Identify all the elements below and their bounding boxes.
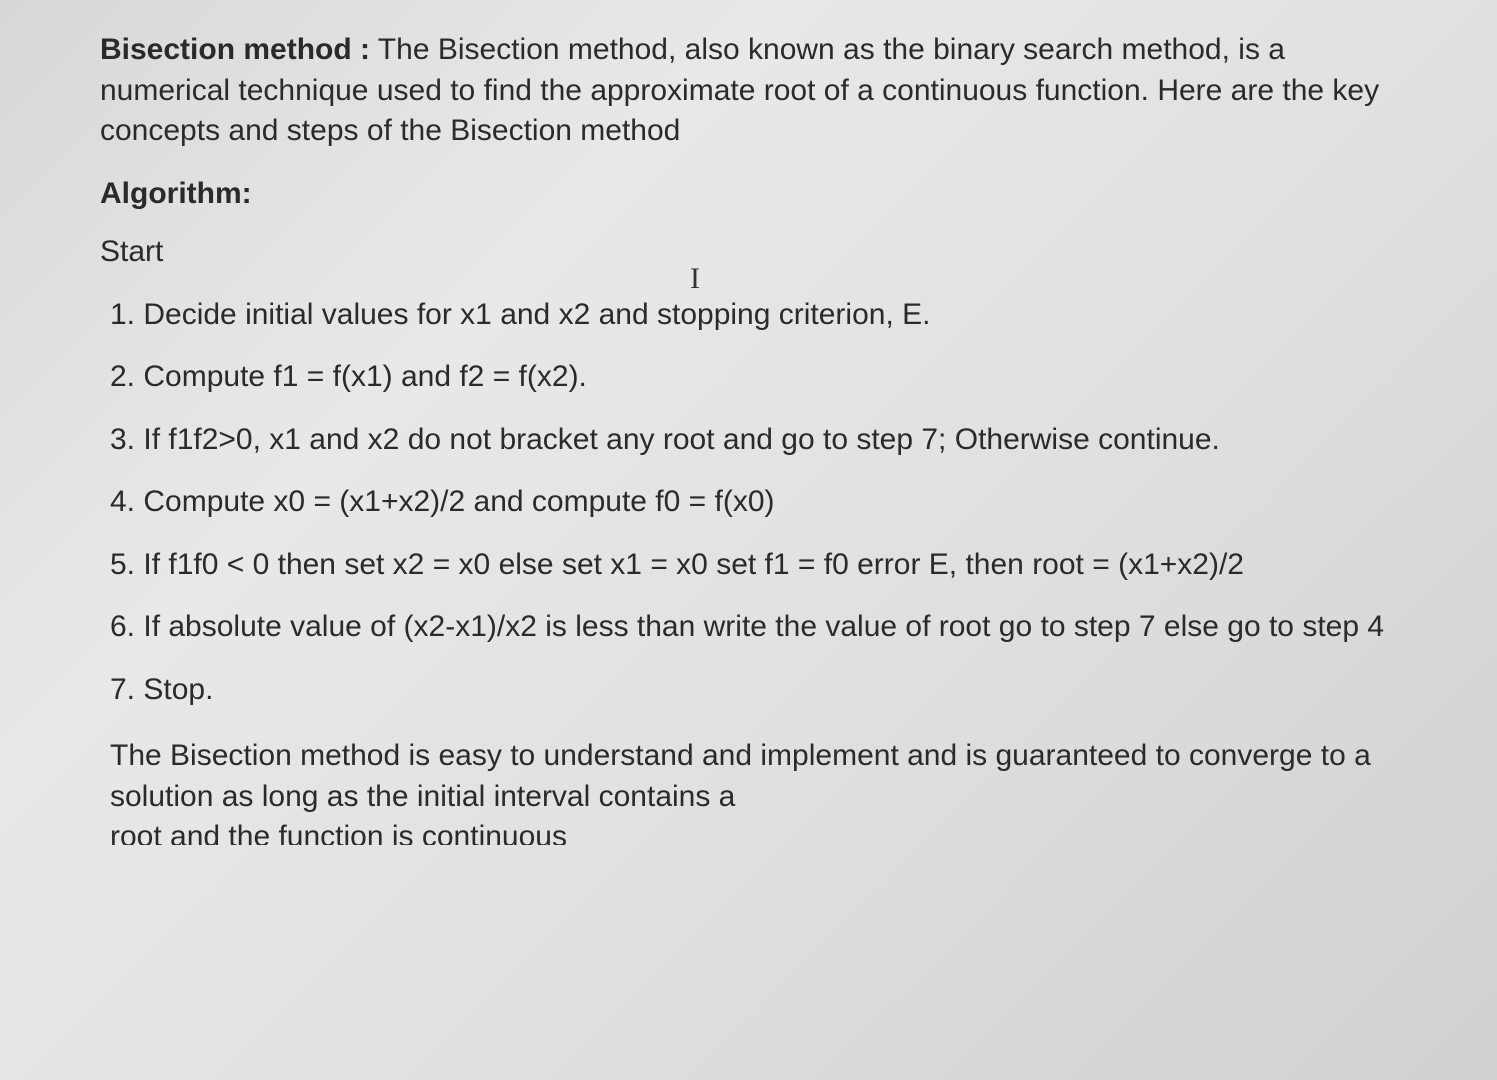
step-3: 3. If f1f2>0, x1 and x2 do not bracket a… [100,420,1397,461]
document-content: Bisection method : The Bisection method,… [100,30,1397,845]
step-6: 6. If absolute value of (x2-x1)/x2 is le… [100,607,1397,648]
step-1: 1. Decide initial values for x1 and x2 a… [100,295,1397,336]
conclusion-line1: The Bisection method is easy to understa… [110,739,1371,813]
conclusion-paragraph: The Bisection method is easy to understa… [100,736,1397,845]
conclusion-line2-cutoff: root and the function is continuous [110,817,1397,845]
intro-paragraph: Bisection method : The Bisection method,… [100,30,1397,152]
step-2: 2. Compute f1 = f(x1) and f2 = f(x2). [100,357,1397,398]
start-label: Start [100,232,1397,273]
algorithm-heading: Algorithm: [100,174,1397,215]
step-4: 4. Compute x0 = (x1+x2)/2 and compute f0… [100,482,1397,523]
intro-title: Bisection method : [100,33,370,66]
step-7: 7. Stop. [100,670,1397,711]
step-5: 5. If f1f0 < 0 then set x2 = x0 else set… [100,545,1397,586]
